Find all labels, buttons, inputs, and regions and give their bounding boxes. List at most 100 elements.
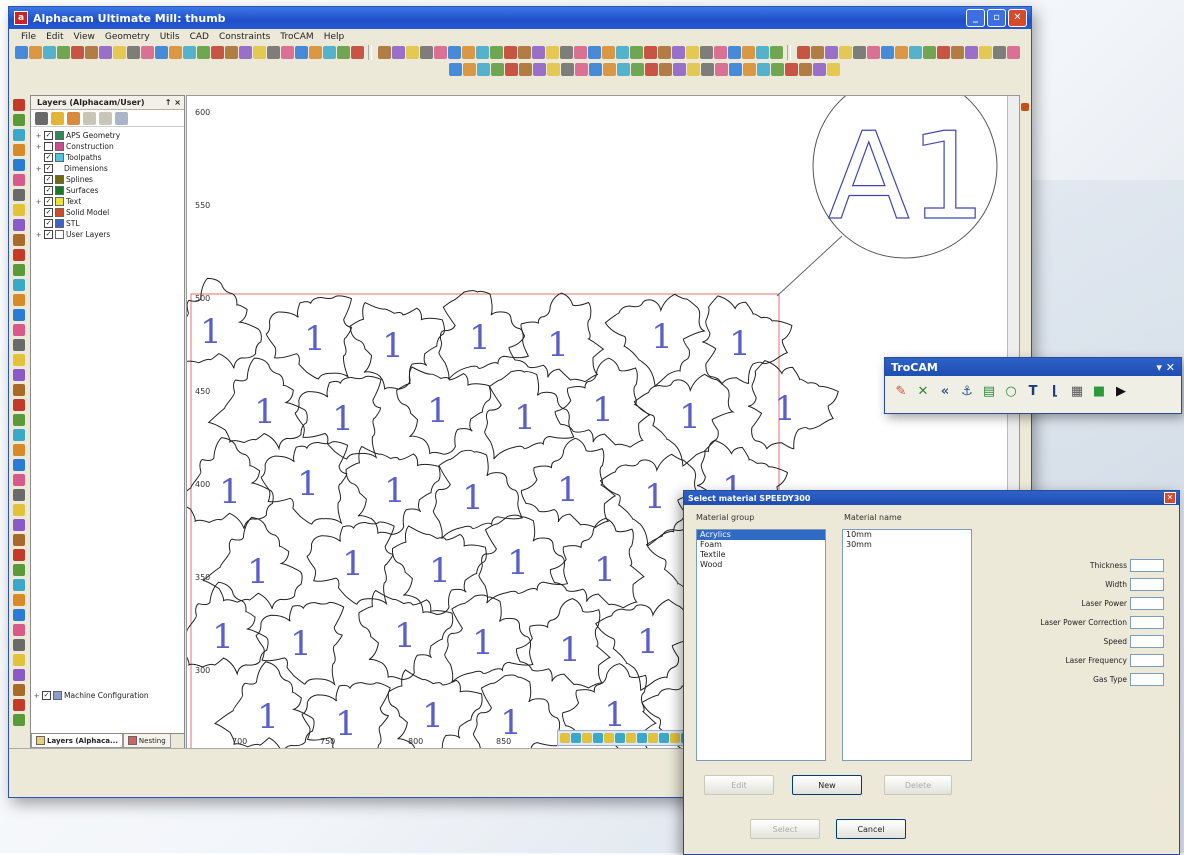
checkbox-icon[interactable]: ✓ (44, 197, 53, 206)
checkbox-icon[interactable] (44, 142, 53, 151)
tool-icon[interactable] (406, 46, 419, 59)
side-tool-icon[interactable] (12, 564, 25, 576)
tab-nesting[interactable]: Nesting (122, 734, 171, 748)
tool-icon[interactable] (127, 46, 140, 59)
tool-icon[interactable] (785, 63, 798, 76)
tool-icon[interactable] (561, 63, 574, 76)
side-tool-icon[interactable] (12, 594, 25, 606)
layer-item[interactable]: ✓ Toolpaths (35, 152, 184, 163)
tool-icon[interactable] (533, 63, 546, 76)
side-tool-icon[interactable] (12, 264, 25, 276)
cancel-button[interactable]: Cancel (836, 819, 906, 839)
view-tool-icon[interactable] (582, 733, 592, 743)
tool-icon[interactable] (965, 46, 978, 59)
tool-icon[interactable] (993, 46, 1006, 59)
tool-icon[interactable] (519, 63, 532, 76)
delete-button[interactable]: Delete (884, 775, 952, 795)
checkbox-icon[interactable]: ✓ (44, 208, 53, 217)
tool-icon[interactable] (337, 46, 350, 59)
tool-icon[interactable] (867, 46, 880, 59)
tool-icon[interactable] (630, 46, 643, 59)
side-tool-icon[interactable] (12, 399, 25, 411)
tool-icon[interactable] (434, 46, 447, 59)
side-tool-icon[interactable] (12, 129, 25, 141)
tool-icon[interactable] (183, 46, 196, 59)
machine-configuration-item[interactable]: + ✓ Machine Configuration (33, 691, 149, 700)
side-tool-icon[interactable] (12, 234, 25, 246)
side-tool-icon[interactable] (12, 384, 25, 396)
menu-file[interactable]: File (21, 32, 36, 42)
tool-icon[interactable] (603, 63, 616, 76)
side-tool-icon[interactable] (12, 639, 25, 651)
checkbox-icon[interactable]: ✓ (42, 691, 51, 700)
expand-icon[interactable]: + (33, 692, 40, 700)
tool-icon[interactable] (937, 46, 950, 59)
panel-controls[interactable]: ↑ × (165, 98, 181, 107)
steps-icon[interactable]: ⌊ (1047, 383, 1063, 399)
arrow-up-icon[interactable] (83, 111, 96, 125)
side-tool-icon[interactable] (12, 474, 25, 486)
tool-icon[interactable] (645, 63, 658, 76)
calculator-icon[interactable]: ▦ (1069, 383, 1085, 399)
tool-icon[interactable] (881, 46, 894, 59)
menu-view[interactable]: View (74, 32, 95, 42)
side-tool-icon[interactable] (12, 609, 25, 621)
side-tool-icon[interactable] (12, 309, 25, 321)
tool-icon[interactable] (575, 63, 588, 76)
tool-icon[interactable] (799, 63, 812, 76)
side-tool-icon[interactable] (12, 579, 25, 591)
material-group-item[interactable]: Foam (697, 540, 825, 550)
tool-icon[interactable] (617, 63, 630, 76)
side-tool-icon[interactable] (12, 624, 25, 636)
tool-icon[interactable] (797, 46, 810, 59)
menu-utils[interactable]: Utils (160, 32, 180, 42)
property-input[interactable] (1130, 559, 1164, 572)
tool-icon[interactable] (420, 46, 433, 59)
menu-trocam[interactable]: TroCAM (280, 32, 313, 42)
tool-icon[interactable] (644, 46, 657, 59)
tool-icon[interactable] (378, 46, 391, 59)
tool-icon[interactable] (839, 46, 852, 59)
tool-icon[interactable] (574, 46, 587, 59)
side-tool-icon[interactable] (12, 684, 25, 696)
pen-icon[interactable]: ✎ (893, 383, 909, 399)
side-tool-icon[interactable] (12, 99, 25, 111)
tool-icon[interactable] (813, 63, 826, 76)
tool-icon[interactable] (827, 63, 840, 76)
tool-icon[interactable] (309, 46, 322, 59)
checkbox-icon[interactable]: ✓ (44, 230, 53, 239)
new-layer-icon[interactable] (51, 111, 64, 125)
select-button[interactable]: Select (750, 819, 820, 839)
tool-icon[interactable] (951, 46, 964, 59)
menu-help[interactable]: Help (324, 32, 345, 42)
tool-icon[interactable] (29, 46, 42, 59)
side-tool-icon[interactable] (12, 219, 25, 231)
tool-icon[interactable] (757, 63, 770, 76)
side-tool-icon[interactable] (12, 519, 25, 531)
tool-icon[interactable] (673, 63, 686, 76)
nested-part-outline[interactable] (187, 277, 262, 371)
property-input[interactable] (1130, 654, 1164, 667)
material-group-item[interactable]: Acrylics (697, 530, 825, 540)
layer-item[interactable]: + Construction (35, 141, 184, 152)
tool-icon[interactable] (71, 46, 84, 59)
side-tool-icon[interactable] (12, 294, 25, 306)
side-tool-icon[interactable] (12, 369, 25, 381)
tool-icon[interactable] (267, 46, 280, 59)
tool-icon[interactable] (589, 63, 602, 76)
circle-icon[interactable]: ○ (1003, 383, 1019, 399)
view-tool-icon[interactable] (626, 733, 636, 743)
tool-icon[interactable] (1007, 46, 1020, 59)
tool-icon[interactable] (448, 46, 461, 59)
tool-icon[interactable] (811, 46, 824, 59)
tool-icon[interactable] (588, 46, 601, 59)
checkbox-icon[interactable]: ✓ (44, 131, 53, 140)
menu-constraints[interactable]: Constraints (219, 32, 270, 42)
tool-icon[interactable] (491, 63, 504, 76)
material-group-list[interactable]: Acrylics Foam Textile Wood (696, 529, 826, 761)
view-tool-icon[interactable] (571, 733, 581, 743)
layer-item[interactable]: + ✓ User Layers (35, 229, 184, 240)
tool-icon[interactable] (113, 46, 126, 59)
tool-icon[interactable] (99, 46, 112, 59)
layer-item[interactable]: ✓ Splines (35, 174, 184, 185)
